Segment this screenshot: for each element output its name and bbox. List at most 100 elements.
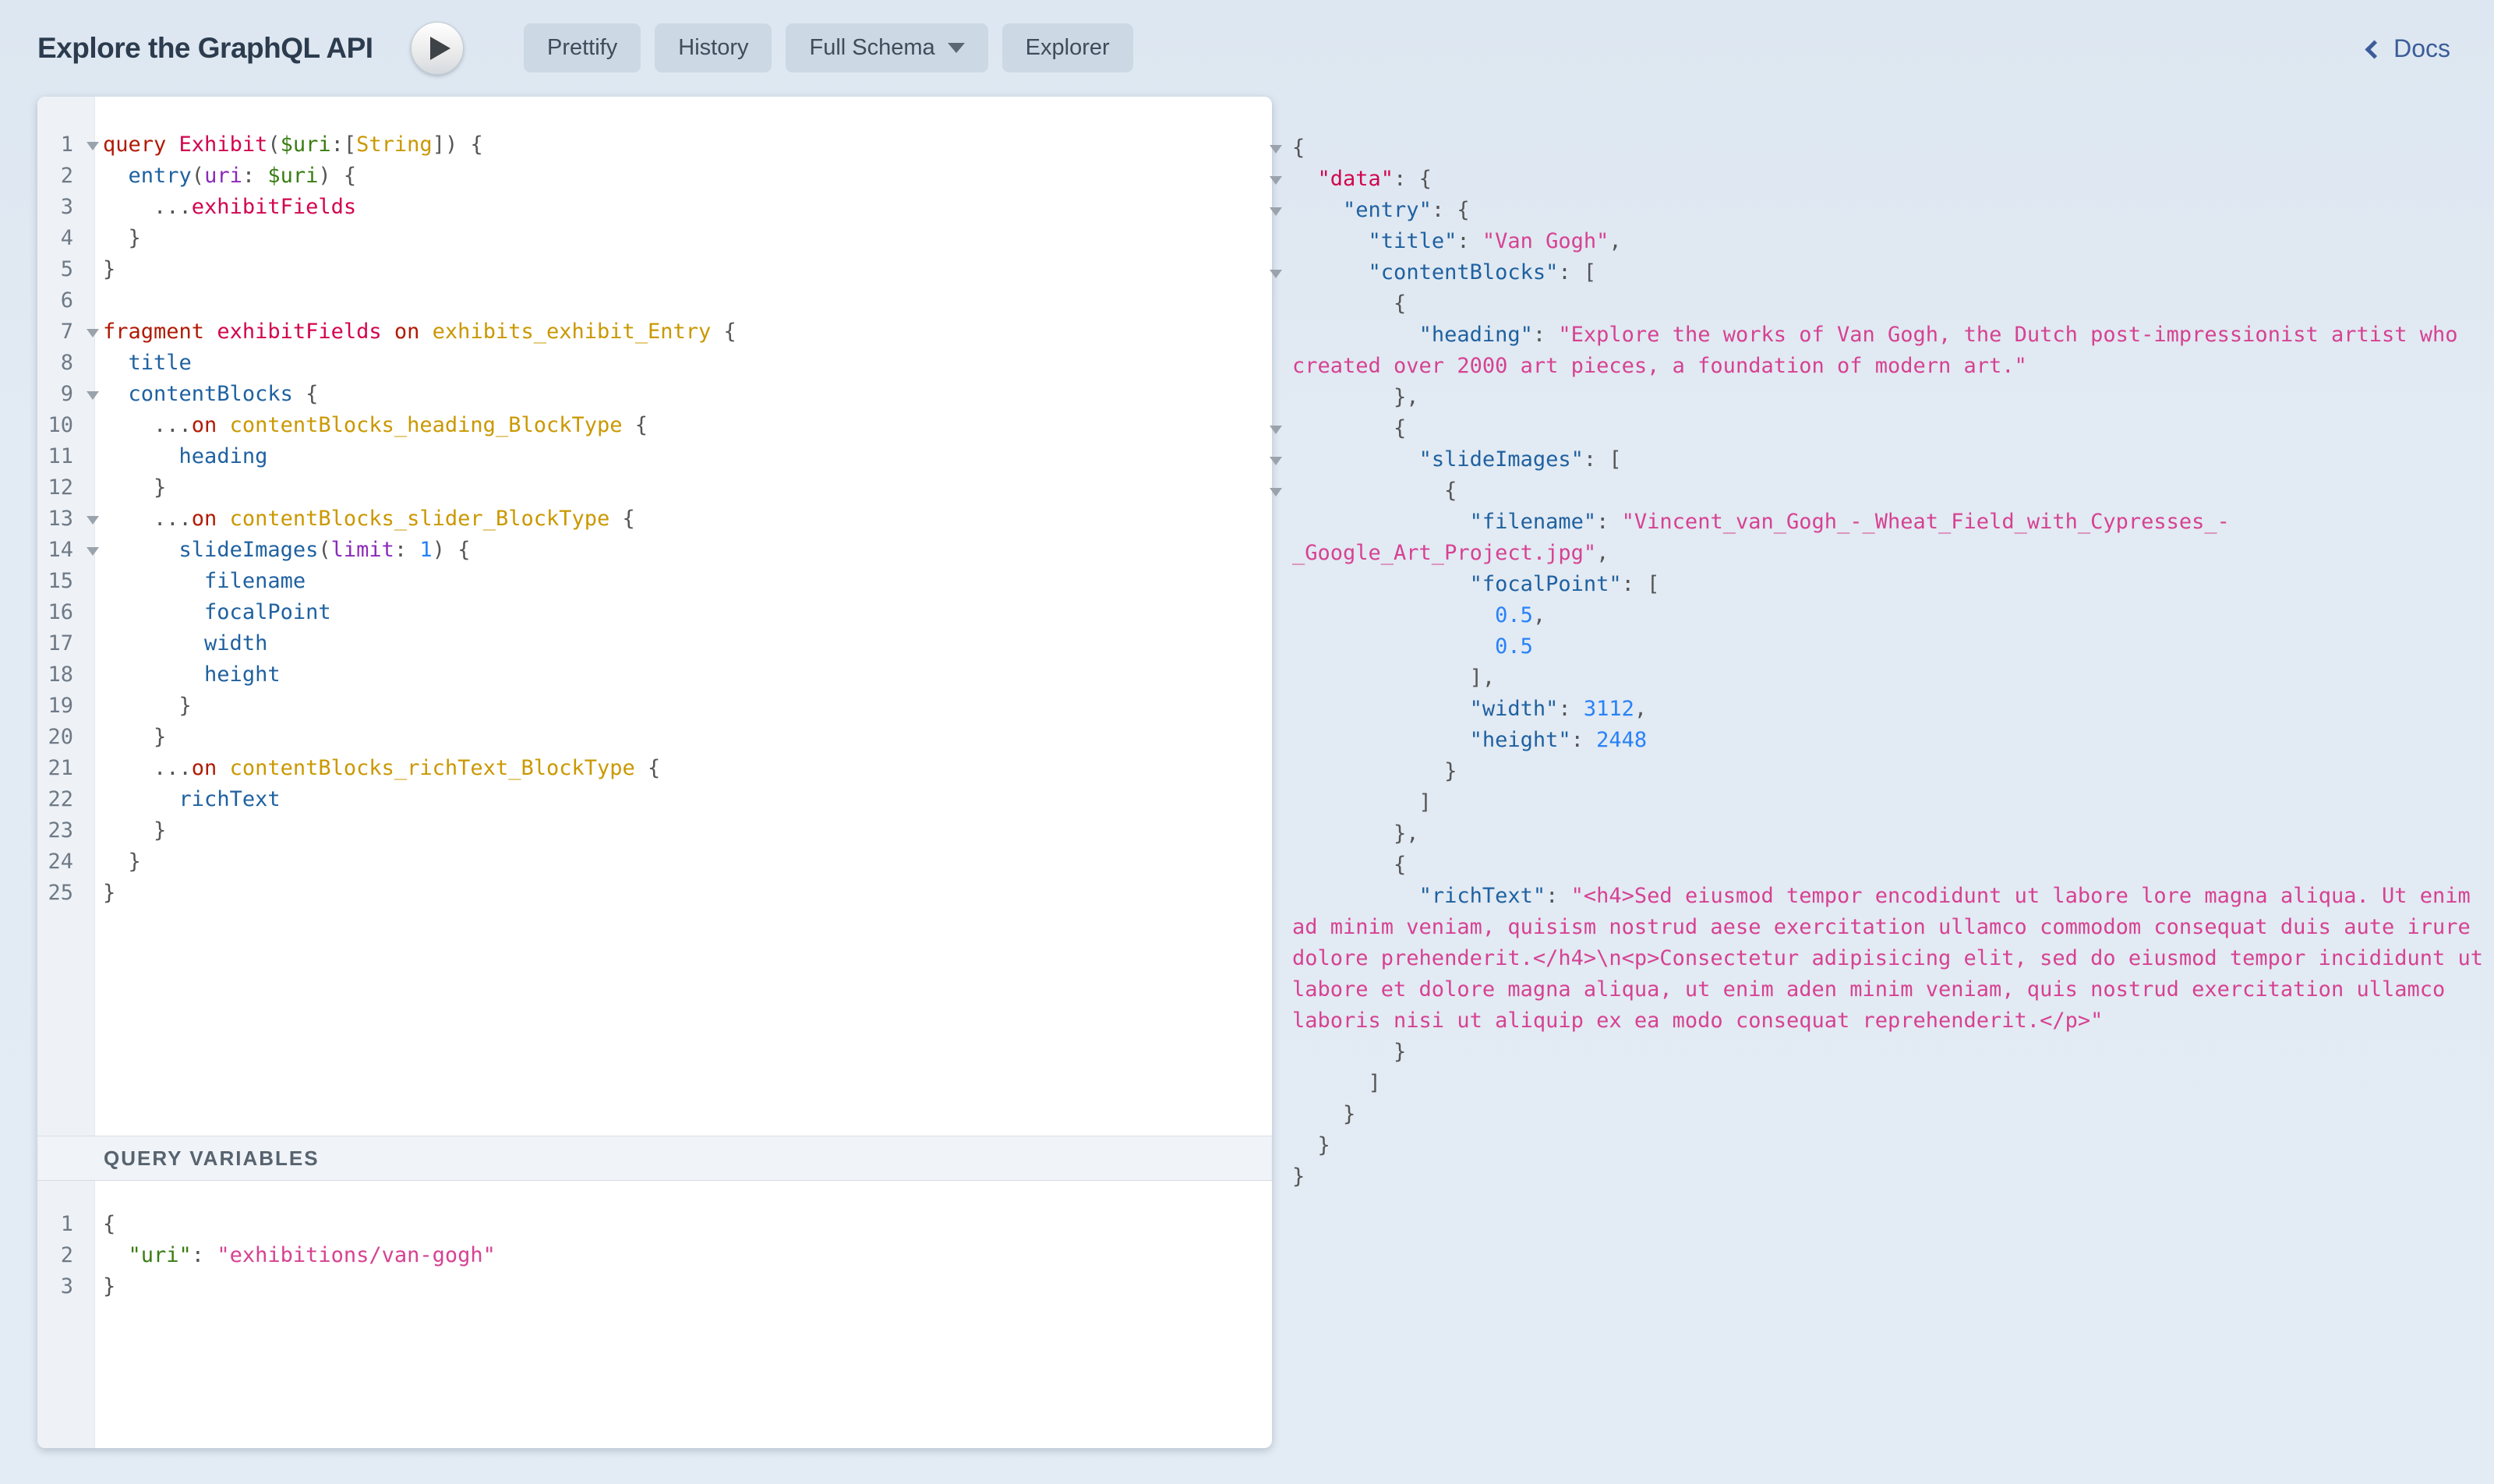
code-text: richText <box>103 784 281 815</box>
fold-column <box>81 753 103 784</box>
code-text: } <box>1292 1130 1330 1161</box>
line-number: 2 <box>37 1240 81 1271</box>
line-number: 1 <box>37 129 81 161</box>
query-variables-editor[interactable]: 1{2 "uri": "exhibitions/van-gogh"3} <box>37 1181 1272 1448</box>
fold-column <box>81 504 103 535</box>
code-line: 11 heading <box>37 441 1272 472</box>
docs-link-label: Docs <box>2393 34 2450 63</box>
fold-toggle-icon[interactable] <box>1270 426 1282 434</box>
response-line: _Google_Art_Project.jpg", <box>1265 538 2494 569</box>
query-editor[interactable]: 1query Exhibit($uri:[String]) {2 entry(u… <box>37 97 1272 1136</box>
code-line: 1 query Exhibit($uri:[String]) { <box>37 129 1272 161</box>
code-text: focalPoint <box>103 597 331 628</box>
fold-toggle-icon[interactable] <box>1270 176 1282 185</box>
response-viewer[interactable]: { "data": { "entry": { "title": "Van Gog… <box>1265 97 2494 1484</box>
code-line: 2 "uri": "exhibitions/van-gogh" <box>37 1240 1272 1271</box>
code-text: entry(uri: $uri) { <box>103 161 356 192</box>
code-text: 0.5, <box>1292 600 1546 631</box>
prettify-button[interactable]: Prettify <box>524 23 641 72</box>
fold-column <box>1265 912 1292 943</box>
code-text: ...on contentBlocks_heading_BlockType { <box>103 410 648 441</box>
fold-toggle-icon[interactable] <box>1270 457 1282 465</box>
line-number: 3 <box>37 192 81 223</box>
fold-toggle-icon[interactable] <box>87 329 99 337</box>
code-text: } <box>103 223 141 254</box>
code-text: heading <box>103 441 267 472</box>
execute-query-button[interactable] <box>411 22 464 75</box>
fold-column <box>81 691 103 722</box>
response-line: { <box>1265 475 2494 507</box>
fold-toggle-icon[interactable] <box>87 516 99 525</box>
fold-toggle-icon[interactable] <box>1270 145 1282 154</box>
line-number: 24 <box>37 846 81 878</box>
explorer-button[interactable]: Explorer <box>1002 23 1133 72</box>
code-line: 8 title <box>37 348 1272 379</box>
response-line: } <box>1265 1130 2494 1161</box>
fold-column <box>81 410 103 441</box>
code-text: "data": { <box>1292 164 1432 195</box>
fold-column <box>1265 850 1292 881</box>
fold-column <box>81 1271 103 1302</box>
code-text: "height": 2448 <box>1292 725 1647 756</box>
fold-column <box>1265 818 1292 850</box>
code-text: _Google_Art_Project.jpg", <box>1292 538 1609 569</box>
line-number: 16 <box>37 597 81 628</box>
response-line: "richText": "<h4>Sed eiusmod tempor enco… <box>1265 881 2494 912</box>
fold-toggle-icon[interactable] <box>1270 488 1282 496</box>
line-number: 3 <box>37 1271 81 1302</box>
fold-column <box>81 285 103 316</box>
code-text: contentBlocks { <box>103 379 318 410</box>
fold-toggle-icon[interactable] <box>1270 270 1282 278</box>
fold-toggle-icon[interactable] <box>1270 207 1282 216</box>
history-button[interactable]: History <box>655 23 772 72</box>
fold-column <box>1265 132 1292 164</box>
code-text: } <box>103 846 141 878</box>
response-line: } <box>1265 1037 2494 1068</box>
code-text: } <box>103 472 166 504</box>
code-line: 15 filename <box>37 566 1272 597</box>
code-text: { <box>1292 132 1305 164</box>
fold-toggle-icon[interactable] <box>87 142 99 150</box>
code-text: "richText": "<h4>Sed eiusmod tempor enco… <box>1292 881 2471 912</box>
code-text: ...exhibitFields <box>103 192 356 223</box>
line-number: 18 <box>37 659 81 691</box>
response-line: labore et dolore magna aliqua, ut enim a… <box>1265 974 2494 1005</box>
response-line: "filename": "Vincent_van_Gogh_-_Wheat_Fi… <box>1265 507 2494 538</box>
fold-column <box>81 784 103 815</box>
response-line: ], <box>1265 662 2494 694</box>
response-line: 0.5 <box>1265 631 2494 662</box>
fold-column <box>81 441 103 472</box>
fold-toggle-icon[interactable] <box>87 547 99 556</box>
code-text: query Exhibit($uri:[String]) { <box>103 129 483 161</box>
code-text: ad minim veniam, quisism nostrud aese ex… <box>1292 912 2471 943</box>
code-text: } <box>1292 1037 1406 1068</box>
fold-toggle-icon[interactable] <box>87 391 99 400</box>
line-number: 6 <box>37 285 81 316</box>
query-variables-header[interactable]: QUERY VARIABLES <box>37 1136 1272 1181</box>
line-number: 21 <box>37 753 81 784</box>
docs-link[interactable]: Docs <box>2368 0 2450 97</box>
response-line: "entry": { <box>1265 195 2494 226</box>
fold-column <box>1265 257 1292 288</box>
fold-column <box>81 722 103 753</box>
schema-select-button[interactable]: Full Schema <box>786 23 987 72</box>
line-number: 12 <box>37 472 81 504</box>
code-text: "heading": "Explore the works of Van Gog… <box>1292 320 2458 351</box>
response-line: ] <box>1265 787 2494 818</box>
code-text: title <box>103 348 192 379</box>
code-text: } <box>1292 756 1457 787</box>
code-text: "filename": "Vincent_van_Gogh_-_Wheat_Fi… <box>1292 507 2230 538</box>
code-line: 18 height <box>37 659 1272 691</box>
code-line: 3 ...exhibitFields <box>37 192 1272 223</box>
line-number: 4 <box>37 223 81 254</box>
fold-column <box>1265 943 1292 974</box>
play-icon <box>430 37 450 60</box>
code-text: fragment exhibitFields on exhibits_exhib… <box>103 316 737 348</box>
fold-column <box>81 348 103 379</box>
code-line: 16 focalPoint <box>37 597 1272 628</box>
response-line: { <box>1265 132 2494 164</box>
fold-column <box>1265 569 1292 600</box>
fold-column <box>81 379 103 410</box>
fold-column <box>81 472 103 504</box>
fold-column <box>81 535 103 566</box>
